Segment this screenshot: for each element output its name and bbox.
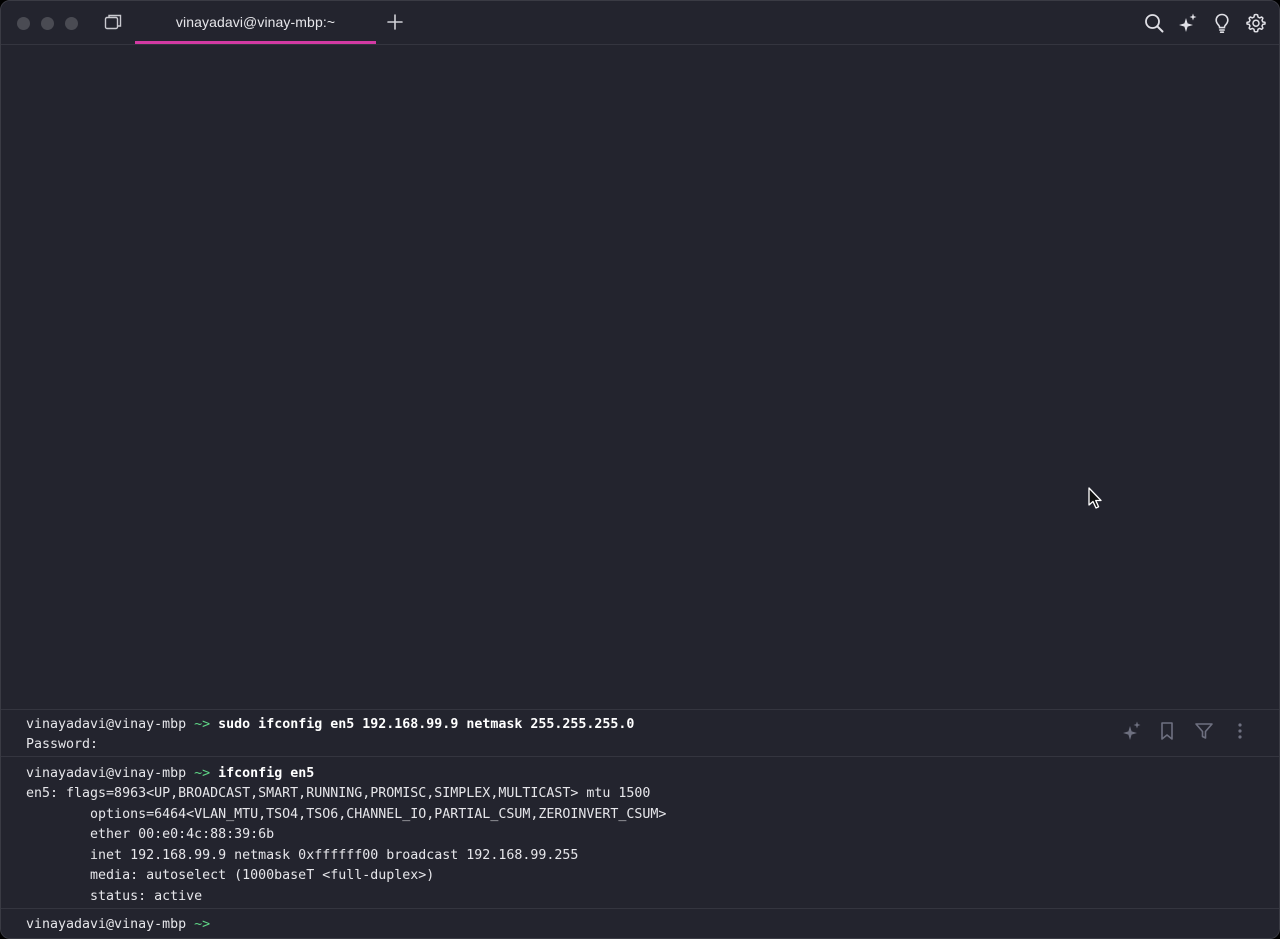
command-block[interactable]: vinayadavi@vinay-mbp ~> ifconfig en5 en5… xyxy=(1,756,1279,909)
command-text: ifconfig en5 xyxy=(218,766,315,781)
prompt-line: vinayadavi@vinay-mbp ~> sudo ifconfig en… xyxy=(26,715,634,735)
output-line: en5: flags=8963<UP,BROADCAST,SMART,RUNNI… xyxy=(26,786,651,801)
search-icon[interactable] xyxy=(1143,12,1165,34)
sidebar-toggle-icon[interactable] xyxy=(101,12,125,34)
input-editor[interactable]: vinayadavi@vinay-mbp ~> xyxy=(1,908,1279,938)
command-text: sudo ifconfig en5 192.168.99.9 netmask 2… xyxy=(218,717,635,732)
ai-sparkle-icon[interactable] xyxy=(1177,12,1199,34)
minimize-window-button[interactable] xyxy=(41,17,54,30)
close-window-button[interactable] xyxy=(17,17,30,30)
output-line: ether 00:e0:4c:88:39:6b xyxy=(26,827,275,842)
input-prompt-line[interactable]: vinayadavi@vinay-mbp ~> xyxy=(26,915,210,935)
prompt-line: vinayadavi@vinay-mbp ~> ifconfig en5 xyxy=(26,764,314,784)
output-line: options=6464<VLAN_MTU,TSO4,TSO6,CHANNEL_… xyxy=(26,807,667,822)
prompt-arrow: ~> xyxy=(194,717,211,732)
terminal-window: vinayadavi@vinay-mbp:~ vinayadavi@vinay-… xyxy=(0,0,1280,939)
title-bar: vinayadavi@vinay-mbp:~ xyxy=(1,1,1279,45)
output-line: Password: xyxy=(26,737,99,752)
tab-active-indicator xyxy=(135,41,376,44)
output-line: inet 192.168.99.9 netmask 0xffffff00 bro… xyxy=(26,848,579,863)
command-block[interactable]: vinayadavi@vinay-mbp ~> sudo ifconfig en… xyxy=(1,709,1279,757)
prompt-user: vinayadavi@vinay-mbp xyxy=(26,917,187,932)
output-line: status: active xyxy=(26,889,203,904)
tab-active[interactable]: vinayadavi@vinay-mbp:~ xyxy=(135,1,376,44)
new-tab-plus-icon[interactable] xyxy=(385,12,405,32)
mouse-pointer-icon xyxy=(1087,486,1105,512)
prompt-arrow: ~> xyxy=(194,917,211,932)
tab-title: vinayadavi@vinay-mbp:~ xyxy=(175,14,336,30)
gear-icon[interactable] xyxy=(1245,12,1267,34)
prompt-user: vinayadavi@vinay-mbp xyxy=(26,717,187,732)
output-line: media: autoselect (1000baseT <full-duple… xyxy=(26,868,435,883)
prompt-arrow: ~> xyxy=(194,766,211,781)
ai-sparkle-icon[interactable] xyxy=(1121,720,1143,742)
bookmark-icon[interactable] xyxy=(1156,720,1178,742)
block-actions xyxy=(1121,720,1251,742)
more-vertical-icon[interactable] xyxy=(1229,720,1251,742)
maximize-window-button[interactable] xyxy=(65,17,78,30)
filter-icon[interactable] xyxy=(1193,720,1215,742)
prompt-user: vinayadavi@vinay-mbp xyxy=(26,766,187,781)
lightbulb-icon[interactable] xyxy=(1211,12,1233,34)
